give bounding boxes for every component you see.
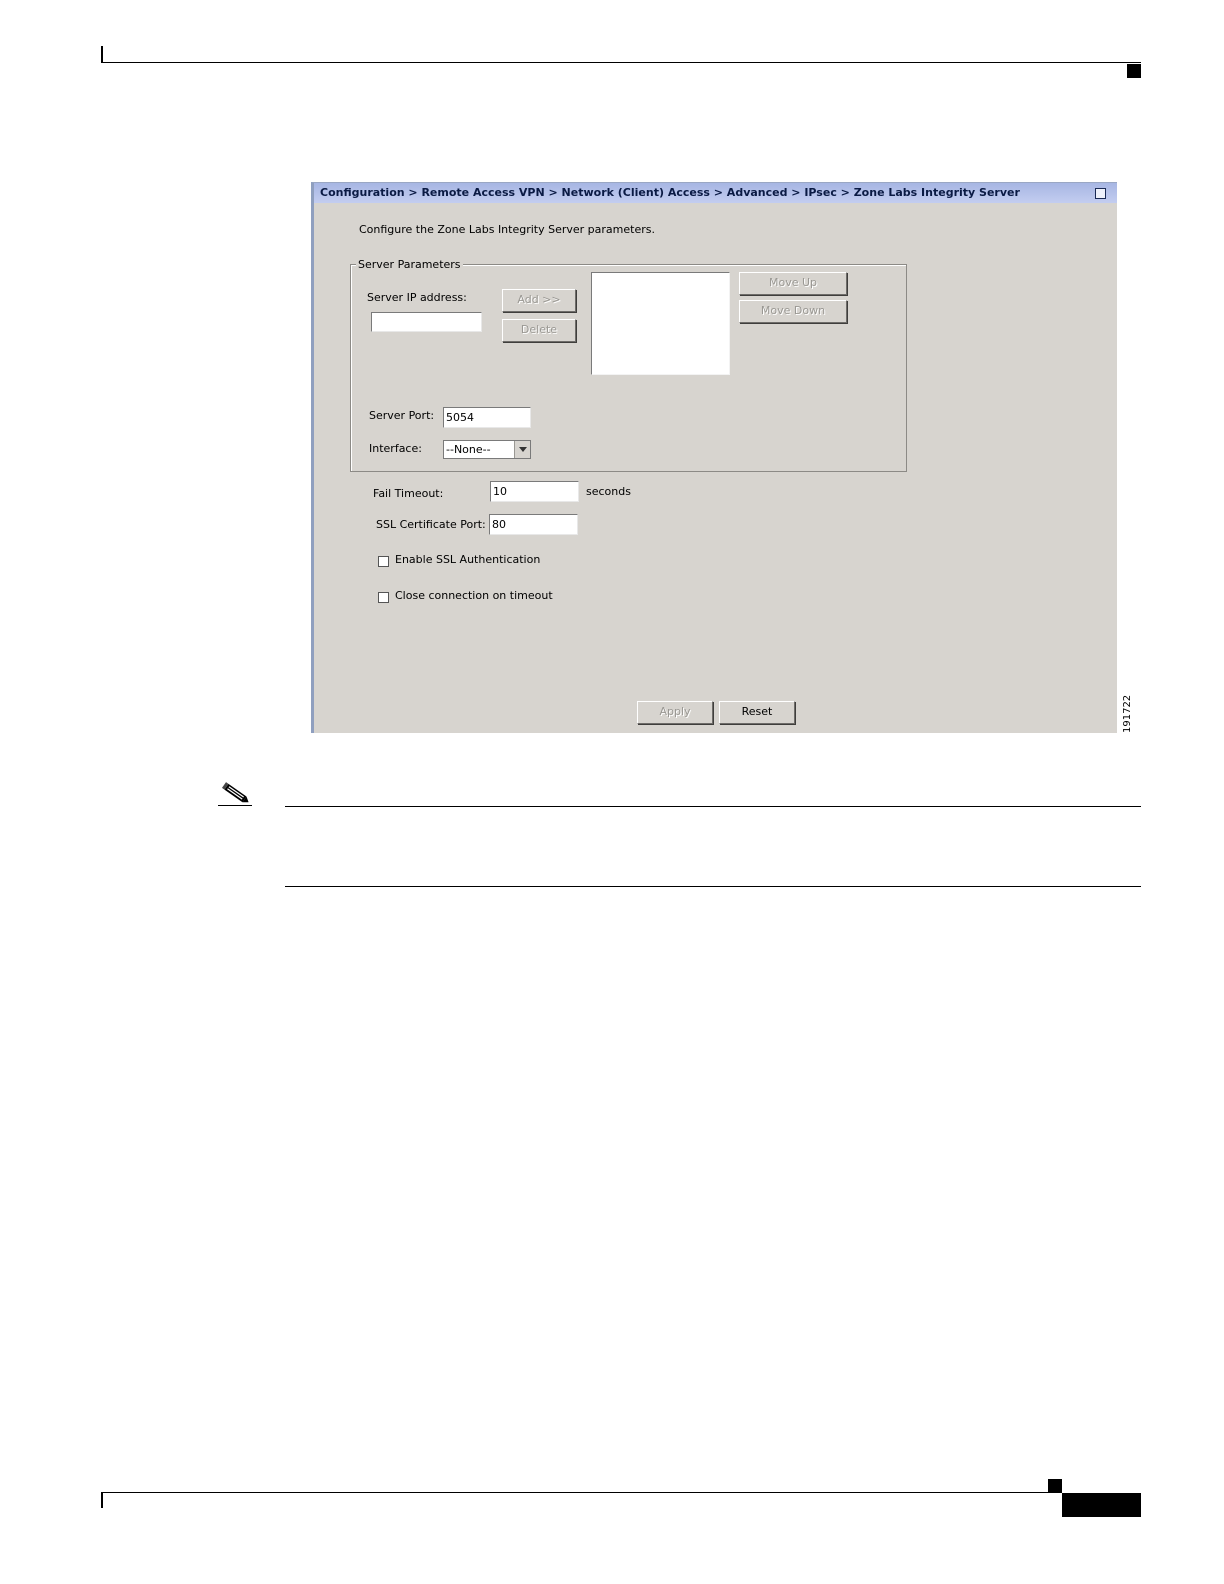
delete-button[interactable]: Delete — [502, 319, 576, 342]
chevron-down-icon[interactable] — [514, 441, 530, 458]
enable-ssl-auth-label: Enable SSL Authentication — [395, 553, 541, 566]
header-tick — [101, 46, 103, 63]
figure-id: 191722 — [1122, 694, 1133, 733]
pencil-icon — [221, 782, 249, 803]
server-port-input[interactable] — [443, 407, 531, 428]
apply-button[interactable]: Apply — [637, 701, 713, 724]
interface-select[interactable]: --None-- — [443, 440, 531, 459]
server-ip-label: Server IP address: — [367, 291, 467, 304]
close-on-timeout-checkbox[interactable] — [378, 592, 389, 603]
ssl-cert-port-label: SSL Certificate Port: — [376, 518, 486, 531]
footer-rule — [101, 1492, 1061, 1493]
server-port-label: Server Port: — [369, 409, 435, 422]
integrity-server-panel: Configuration > Remote Access VPN > Netw… — [311, 182, 1117, 733]
move-down-button[interactable]: Move Down — [739, 300, 847, 323]
footer-marker — [1048, 1479, 1062, 1493]
fail-timeout-label: Fail Timeout: — [373, 487, 444, 500]
interface-select-value: --None-- — [446, 443, 491, 456]
close-on-timeout-label: Close connection on timeout — [395, 589, 553, 602]
move-up-button[interactable]: Move Up — [739, 272, 847, 295]
header-rule — [101, 62, 1141, 63]
server-ip-input[interactable] — [371, 312, 482, 332]
intro-text: Configure the Zone Labs Integrity Server… — [359, 223, 655, 236]
ssl-cert-port-input[interactable] — [489, 514, 578, 535]
enable-ssl-auth-checkbox[interactable] — [378, 556, 389, 567]
server-parameters-legend: Server Parameters — [356, 258, 463, 271]
add-button[interactable]: Add >> — [502, 289, 576, 312]
footer-tick — [101, 1493, 103, 1508]
reset-button[interactable]: Reset — [719, 701, 795, 724]
page-number-bar — [1062, 1493, 1141, 1517]
maximize-icon[interactable] — [1095, 188, 1106, 199]
note-icon-underline — [218, 805, 252, 806]
note-rule-bottom — [285, 886, 1141, 887]
server-list[interactable] — [591, 272, 730, 375]
breadcrumb: Configuration > Remote Access VPN > Netw… — [314, 183, 1117, 203]
note-rule-top — [285, 806, 1141, 807]
header-marker — [1127, 64, 1141, 78]
fail-timeout-unit: seconds — [586, 485, 631, 498]
fail-timeout-input[interactable] — [490, 481, 579, 502]
interface-label: Interface: — [369, 442, 422, 455]
